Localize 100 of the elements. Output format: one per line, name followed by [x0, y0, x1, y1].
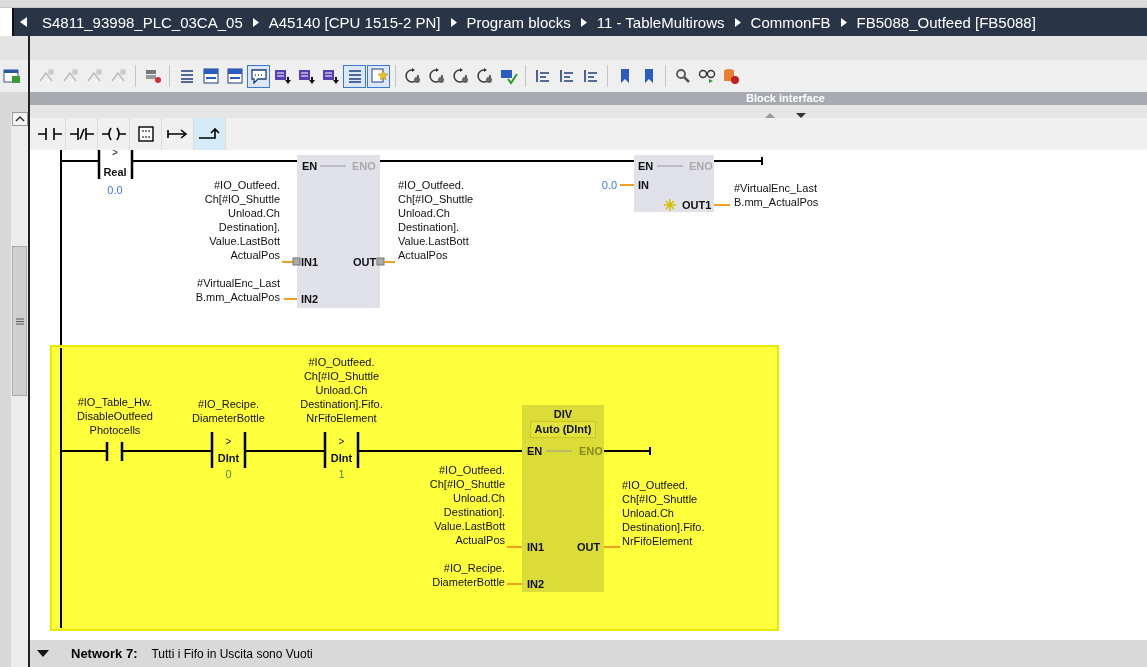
scrollbar[interactable] [11, 112, 28, 667]
comparator-type: DInt [216, 451, 241, 465]
download-icon [273, 67, 292, 85]
breadcrumb-separator-icon [450, 17, 457, 27]
comparator-symbol[interactable] [210, 430, 247, 470]
box-title: DIV [552, 407, 574, 421]
close-branch-button[interactable] [194, 118, 226, 150]
scroll-thumb[interactable] [12, 246, 27, 396]
search-icon [673, 67, 692, 85]
refresh-icon [475, 67, 494, 85]
operand-value: 0.0 [600, 178, 617, 192]
pin-label: OUT1 [682, 198, 712, 212]
operand-label: #IO_Outfeed. Ch[#IO_Shuttle Unload.Ch Destination]. Value.LastBott ActualPos [428, 463, 505, 547]
comment-icon [249, 67, 268, 85]
refresh-icon [451, 67, 470, 85]
refresh-icon [427, 67, 446, 85]
pin-label: OUT [353, 255, 377, 269]
indent-icon [557, 67, 576, 85]
grip-icon [15, 317, 24, 325]
star-icon[interactable] [663, 198, 677, 212]
operand-label: #IO_Table_Hw. DisableOutfeed Photocells [76, 395, 154, 437]
breadcrumb-item[interactable]: S4811_93998_PLC_03CA_05 [42, 13, 243, 31]
download-icon [321, 67, 340, 85]
glasses-icon [697, 67, 716, 85]
wire [383, 261, 396, 263]
comparator-operator: > [111, 150, 119, 158]
breadcrumb-item[interactable]: FB5088_Outfeed [FB5088] [856, 13, 1036, 31]
scroll-up-icon[interactable] [11, 112, 28, 126]
list-button[interactable] [343, 64, 366, 88]
wire [60, 450, 108, 452]
splitter-arrow-icon[interactable] [796, 113, 806, 118]
wire [603, 546, 621, 548]
breadcrumb-item[interactable]: A45140 [CPU 1515-2 PN] [268, 13, 441, 31]
window-icon [225, 67, 244, 85]
pin-marker [376, 257, 385, 266]
wire [60, 160, 99, 162]
wire [506, 546, 523, 548]
contact-icon [36, 125, 63, 143]
star-button[interactable] [367, 64, 390, 88]
pin-label: EN [527, 444, 543, 458]
operand-label: #VirtualEnc_Last B.mm_ActualPos [194, 276, 280, 304]
stack-icon [143, 67, 162, 85]
star-icon [369, 67, 388, 85]
wire [506, 583, 523, 585]
wire [619, 184, 635, 186]
pin-label: IN1 [527, 540, 545, 554]
breadcrumb-separator-icon [734, 17, 741, 27]
wire-end [603, 446, 651, 456]
breadcrumb-separator-icon [840, 17, 847, 27]
network-header[interactable]: Network 7: Tutti i Fifo in Uscita sono Vuoti [30, 640, 1147, 667]
comparator-symbol[interactable] [323, 430, 360, 470]
network-comment: Tutti i Fifo in Uscita sono Vuoti [151, 646, 313, 661]
pin-label: IN1 [301, 255, 319, 269]
pin-marker [292, 257, 301, 266]
wire [713, 204, 731, 206]
indent-icon [533, 67, 552, 85]
operand-label: #IO_Recipe. DiameterBottle [431, 561, 505, 589]
pin-label: EN [302, 159, 318, 173]
indent-icon [581, 67, 600, 85]
comparator-operator: > [337, 437, 346, 447]
nc-contact-icon [68, 125, 95, 143]
breadcrumb-item[interactable]: CommonFB [750, 13, 831, 31]
pin-label: EN [638, 159, 654, 173]
wire [283, 298, 298, 300]
comparator-symbol[interactable] [97, 150, 134, 181]
operand-value: 0.0 [106, 183, 124, 197]
window-icon [201, 67, 220, 85]
pin-label: OUT [577, 540, 601, 554]
confirm-icon [499, 67, 518, 85]
wire [281, 261, 294, 263]
operand-label: #IO_Recipe. DiameterBottle [191, 397, 266, 425]
operand-value: 0 [224, 467, 233, 481]
coil-icon [100, 125, 127, 143]
pin-label: ENO [689, 159, 713, 173]
operand-label: #IO_Outfeed. Ch[#IO_Shuttle Unload.Ch Destination]. Value.LastBott ActualPos [203, 178, 280, 262]
comparator-type: Real [102, 165, 128, 179]
breadcrumb-separator-icon [252, 17, 259, 27]
breadcrumb-item[interactable]: 11 - TableMultirows [596, 13, 725, 31]
type-field[interactable]: Auto (DInt) [530, 421, 596, 438]
pin-label: IN2 [527, 577, 545, 591]
pin-label: ENO [352, 159, 376, 173]
comparator-type: DInt [329, 451, 354, 465]
network-title: Network 7: [71, 646, 138, 661]
download-icon [297, 67, 316, 85]
pin-label: IN2 [301, 292, 319, 306]
wire-end [713, 156, 763, 166]
window-icon[interactable] [3, 68, 21, 84]
contact-symbol[interactable] [105, 440, 124, 463]
breadcrumb-item[interactable]: Program blocks [466, 13, 571, 31]
back-arrow-icon[interactable] [20, 17, 28, 27]
operand-label: #IO_Outfeed. Ch[#IO_Shuttle Unload.Ch Destination].Fifo. NrFifoElement [299, 355, 384, 425]
caret-icon[interactable] [37, 649, 49, 658]
breadcrumb-separator-icon [580, 17, 587, 27]
operand-label: #VirtualEnc_Last B.mm_ActualPos [734, 181, 819, 209]
function-box[interactable] [522, 405, 604, 592]
operand-label: #IO_Outfeed. Ch[#IO_Shuttle Unload.Ch Destination]. Value.LastBott ActualPos [398, 178, 474, 262]
function-box[interactable] [634, 155, 714, 212]
comment-button[interactable] [247, 64, 270, 88]
database-icon [721, 67, 740, 85]
pin-label: ENO [579, 444, 603, 458]
